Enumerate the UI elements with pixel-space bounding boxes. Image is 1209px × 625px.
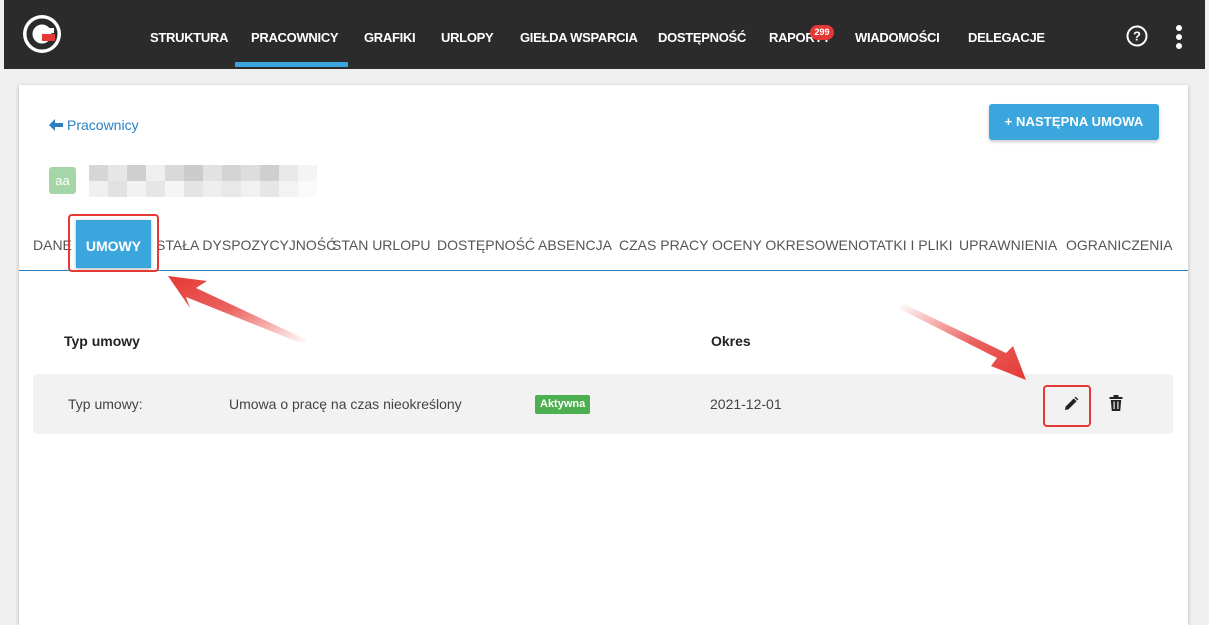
contract-type: Umowa o pracę na czas nieokreślony bbox=[229, 396, 462, 412]
help-icon[interactable]: ? bbox=[1126, 25, 1148, 47]
column-header-period: Okres bbox=[711, 333, 751, 349]
nav-active-indicator bbox=[235, 62, 348, 67]
top-navigation-bar: STRUKTURA PRACOWNICY GRAFIKI URLOPY GIEŁ… bbox=[4, 0, 1205, 69]
employee-tabs: DANE STAŁA DYSPOZYCYJNOŚĆ STAN URLOPU DO… bbox=[19, 215, 1188, 271]
nav-item-pracownicy[interactable]: PRACOWNICY bbox=[251, 0, 339, 69]
nav-item-gielda-wsparcia[interactable]: GIEŁDA WSPARCIA bbox=[520, 0, 638, 69]
app-logo[interactable] bbox=[22, 14, 62, 54]
more-options-icon[interactable] bbox=[1173, 24, 1185, 50]
tab-dane[interactable]: DANE bbox=[33, 237, 72, 253]
svg-text:?: ? bbox=[1133, 29, 1141, 44]
back-link-label: Pracownicy bbox=[67, 117, 139, 133]
back-link[interactable]: Pracownicy bbox=[49, 117, 139, 133]
tab-notatki-i-pliki[interactable]: NOTATKI I PLIKI bbox=[848, 237, 953, 253]
arrow-left-icon bbox=[49, 119, 63, 131]
nav-item-wiadomosci[interactable]: WIADOMOŚCI bbox=[855, 0, 940, 69]
nav-item-delegacje[interactable]: DELEGACJE bbox=[968, 0, 1045, 69]
nav-item-dostepnosc[interactable]: DOSTĘPNOŚĆ bbox=[658, 0, 746, 69]
nav-item-urlopy[interactable]: URLOPY bbox=[441, 0, 494, 69]
tab-oceny-okresowe[interactable]: OCENY OKRESOWE bbox=[712, 237, 848, 253]
contract-period: 2021-12-01 bbox=[710, 396, 782, 412]
tab-highlight-annotation bbox=[68, 214, 159, 272]
tab-czas-pracy[interactable]: CZAS PRACY bbox=[619, 237, 708, 253]
tab-ograniczenia[interactable]: OGRANICZENIA bbox=[1066, 237, 1173, 253]
tab-absencja[interactable]: ABSENCJA bbox=[538, 237, 612, 253]
tab-dostepnosc[interactable]: DOSTĘPNOŚĆ bbox=[437, 237, 535, 253]
status-badge: Aktywna bbox=[535, 395, 591, 414]
tab-stan-urlopu[interactable]: STAN URLOPU bbox=[332, 237, 431, 253]
tab-stala-dyspozycyjnosc[interactable]: STAŁA DYSPOZYCYJNOŚĆ bbox=[156, 237, 336, 253]
employee-card: Pracownicy + NASTĘPNA UMOWA aa DANE STAŁ… bbox=[19, 85, 1188, 625]
column-header-contract-type: Typ umowy bbox=[64, 333, 140, 349]
employee-name-redacted bbox=[89, 165, 317, 197]
next-contract-button[interactable]: + NASTĘPNA UMOWA bbox=[989, 104, 1159, 140]
table-row: Typ umowy: Umowa o pracę na czas nieokre… bbox=[33, 374, 1173, 434]
trash-icon[interactable] bbox=[1109, 395, 1123, 411]
nav-item-struktura[interactable]: STRUKTURA bbox=[150, 0, 228, 69]
row-label: Typ umowy: bbox=[68, 396, 143, 412]
reports-count-badge: 299 bbox=[810, 25, 834, 40]
avatar: aa bbox=[49, 167, 76, 194]
tab-uprawnienia[interactable]: UPRAWNIENIA bbox=[959, 237, 1057, 253]
edit-highlight-annotation bbox=[1043, 385, 1091, 427]
nav-item-grafiki[interactable]: GRAFIKI bbox=[364, 0, 416, 69]
